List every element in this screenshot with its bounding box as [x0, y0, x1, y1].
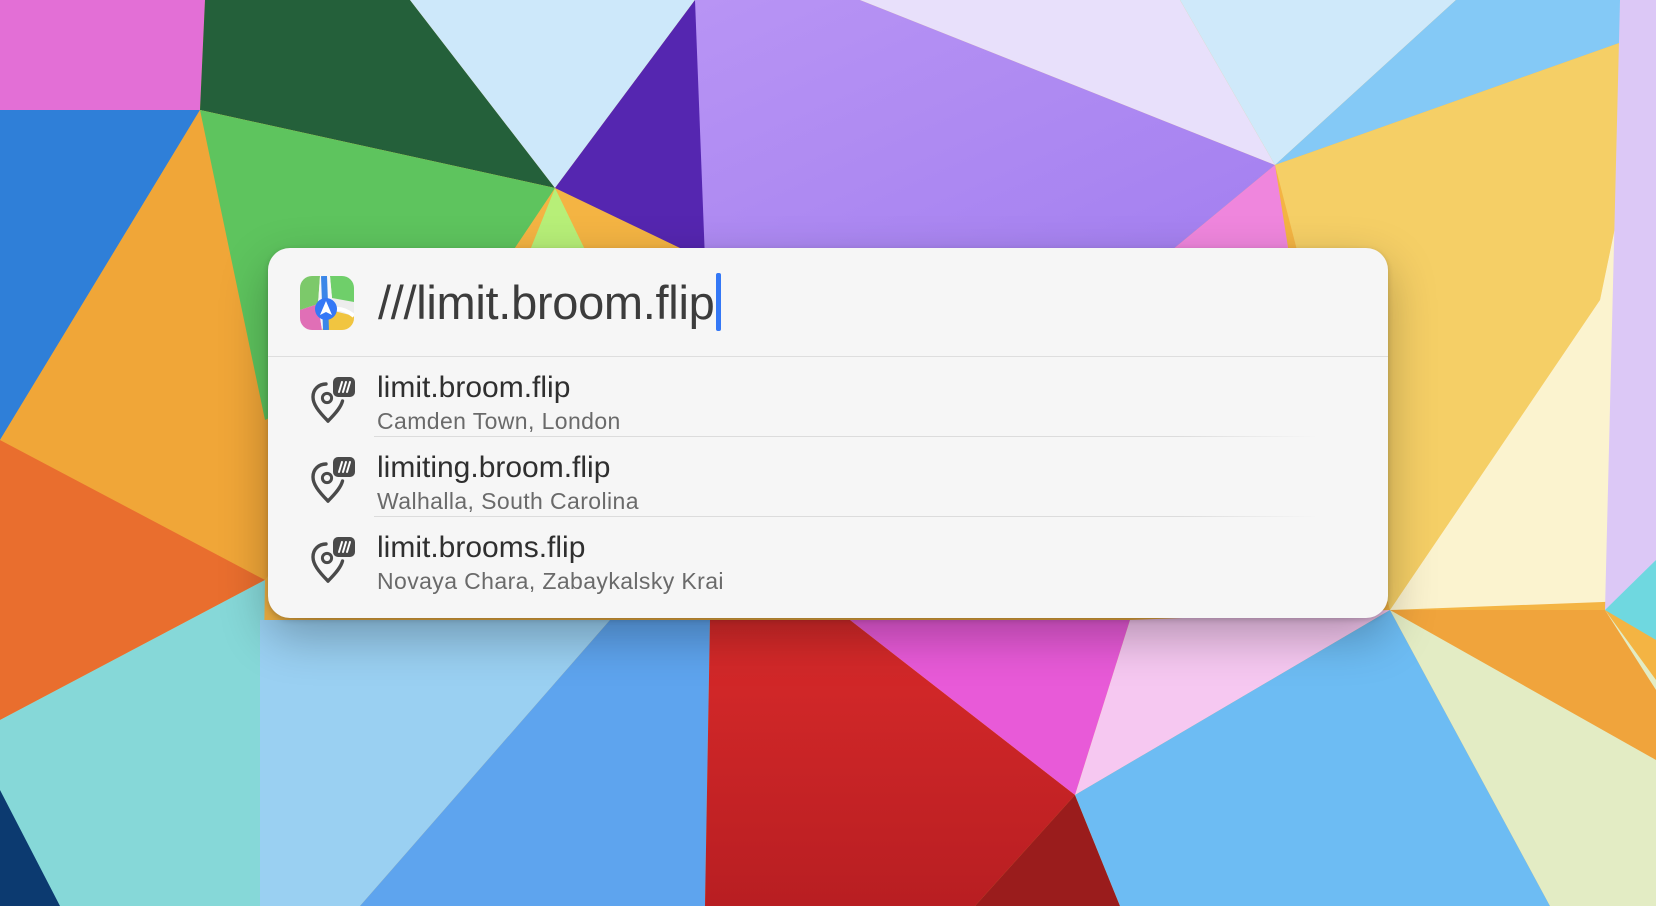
- result-title: limit.broom.flip: [377, 371, 571, 404]
- results-list: limit.broom.flip Camden Town, London lim…: [268, 357, 1388, 597]
- result-item[interactable]: limiting.broom.flip Walhalla, South Caro…: [268, 437, 1388, 517]
- text-caret: [716, 273, 722, 331]
- what3words-pin-icon: [311, 377, 355, 423]
- what3words-pin-icon: [311, 457, 355, 503]
- result-subtitle: Camden Town, London: [377, 408, 621, 434]
- result-subtitle: Novaya Chara, Zabaykalsky Krai: [377, 568, 724, 594]
- result-title: limiting.broom.flip: [377, 451, 611, 484]
- result-title: limit.brooms.flip: [377, 531, 586, 564]
- search-bar: ///limit.broom.flip: [268, 248, 1388, 357]
- result-item[interactable]: limit.brooms.flip Novaya Chara, Zabaykal…: [268, 517, 1388, 597]
- result-item[interactable]: limit.broom.flip Camden Town, London: [268, 357, 1388, 437]
- search-query: ///limit.broom.flip: [378, 275, 715, 329]
- result-subtitle: Walhalla, South Carolina: [377, 488, 639, 514]
- what3words-pin-icon: [311, 537, 355, 583]
- search-input[interactable]: ///limit.broom.flip: [378, 272, 722, 332]
- maps-app-icon: [300, 276, 354, 330]
- spotlight-panel: ///limit.broom.flip limit.broom.flip Cam…: [268, 248, 1388, 618]
